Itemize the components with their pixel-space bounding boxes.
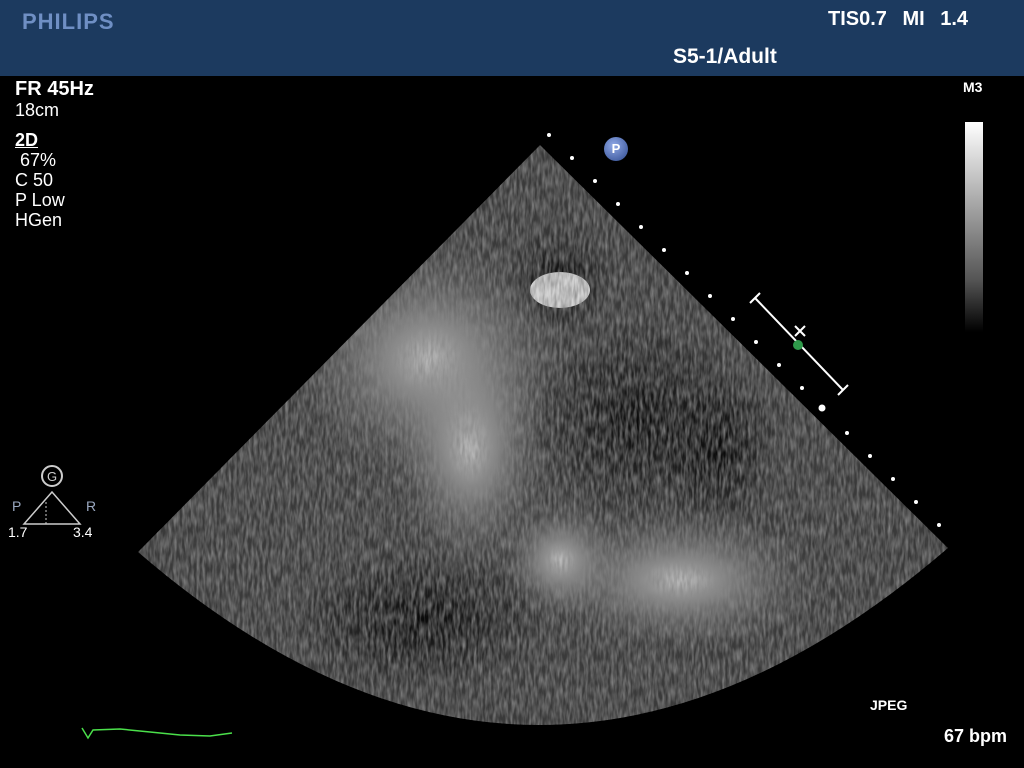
ecg-trace bbox=[81, 727, 233, 740]
caliper-handle[interactable] bbox=[793, 340, 803, 350]
format-label: JPEG bbox=[870, 697, 908, 713]
focus-left-value: 1.7 bbox=[8, 524, 28, 540]
probe-orientation-icon: P bbox=[604, 137, 628, 161]
focus-right-value: 3.4 bbox=[73, 524, 93, 540]
focus-glyph: G bbox=[47, 469, 57, 484]
focus-left-label: P bbox=[12, 498, 22, 514]
ultrasound-sector bbox=[138, 133, 948, 726]
heart-rate: 67 bpm bbox=[944, 726, 1008, 746]
focus-right-label: R bbox=[86, 498, 97, 514]
